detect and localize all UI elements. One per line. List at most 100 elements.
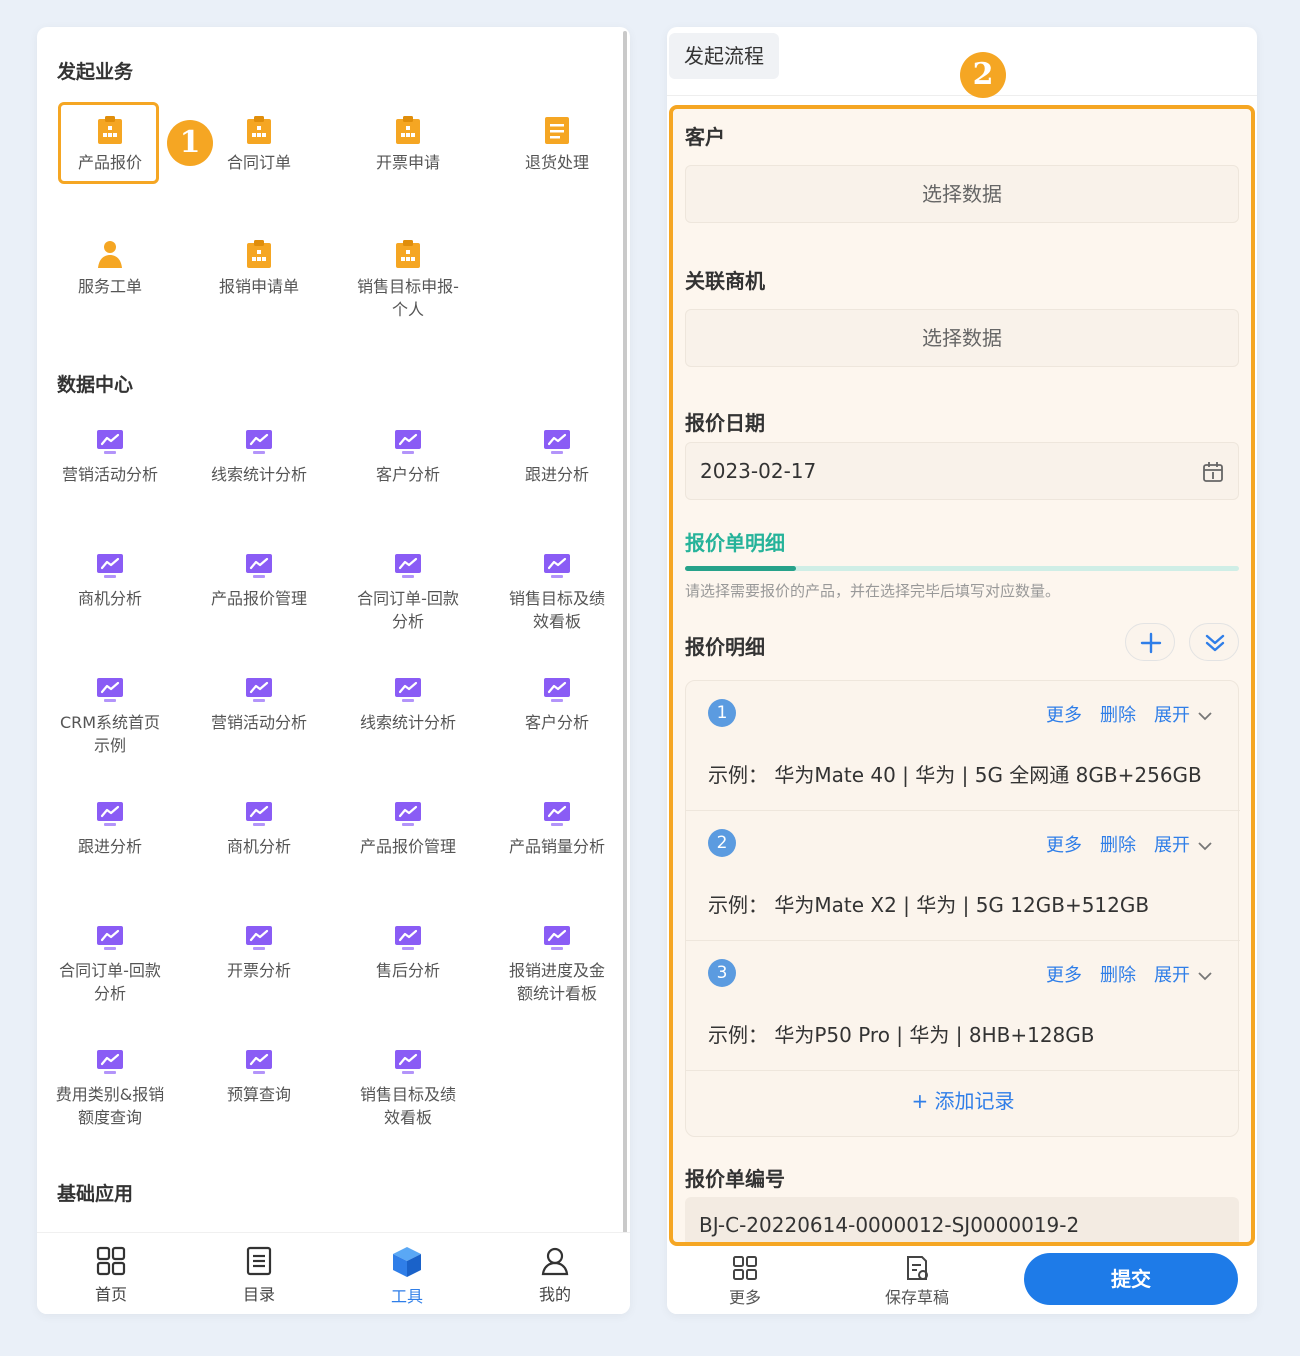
app-tile[interactable]: 退货处理 <box>484 115 630 174</box>
user-icon <box>541 1247 569 1276</box>
left-panel: 发起业务 产品报价 合同订单 开票申请 退货处理 服务工单 报销申请单 销售目标申报- 个人… <box>37 27 630 1314</box>
app-tile[interactable]: 预算查询 <box>186 1047 332 1106</box>
add-button[interactable] <box>1125 623 1175 661</box>
record-number: 2 <box>708 829 736 857</box>
record-delete-button[interactable]: 删除 <box>1100 965 1136 986</box>
more-label: 更多 <box>728 1288 761 1307</box>
tab-label: 目录 <box>242 1285 275 1304</box>
more-button[interactable]: 更多 <box>695 1254 795 1308</box>
app-tile[interactable]: 开票申请 <box>335 115 481 174</box>
chart-monitor-icon <box>395 802 421 826</box>
app-tile[interactable]: 客户分析 <box>335 427 481 486</box>
app-tile[interactable]: 商机分析 <box>186 799 332 858</box>
scrollbar[interactable] <box>623 31 627 1243</box>
tab-tools[interactable]: 工具 <box>333 1245 481 1307</box>
app-tile-label: 报销申请单 <box>218 277 299 296</box>
app-tile-label: 线索统计分析 <box>359 713 456 732</box>
app-tile[interactable]: 产品报价管理 <box>335 799 481 858</box>
app-tile[interactable]: 跟进分析 <box>37 799 183 858</box>
app-tile-label: 营销活动分析 <box>210 713 307 732</box>
add-record-button[interactable]: + 添加记录 <box>686 1085 1240 1114</box>
app-tile-label: 开票申请 <box>375 153 440 172</box>
chart-monitor-icon <box>97 554 123 578</box>
opportunity-select[interactable]: 选择数据 <box>685 309 1239 367</box>
clipboard-icon <box>247 240 271 268</box>
code-field: BJ-C-20220614-0000012-SJ0000019-2 <box>685 1197 1239 1242</box>
app-tile[interactable]: 销售目标及绩 效看板 <box>335 1047 481 1129</box>
chart-monitor-icon <box>97 926 123 950</box>
document-icon <box>246 1246 272 1276</box>
chart-monitor-icon <box>97 678 123 702</box>
customer-select[interactable]: 选择数据 <box>685 165 1239 223</box>
record-delete-button[interactable]: 删除 <box>1100 705 1136 726</box>
divider <box>667 95 1257 96</box>
app-tile[interactable]: 线索统计分析 <box>335 675 481 734</box>
record-delete-button[interactable]: 删除 <box>1100 835 1136 856</box>
chart-monitor-icon <box>395 1050 421 1074</box>
app-tile[interactable]: 开票分析 <box>186 923 332 982</box>
record-actions: 更多 删除 展开 <box>1028 701 1214 727</box>
app-tile[interactable]: 服务工单 <box>37 239 183 298</box>
tab-mine[interactable]: 我的 <box>481 1245 629 1305</box>
chevron-down-icon <box>1198 842 1212 851</box>
save-draft-button[interactable]: 保存草稿 <box>867 1254 967 1308</box>
app-tile-label: 费用类别&报销 额度查询 <box>55 1085 165 1127</box>
submit-button[interactable]: 提交 <box>1024 1253 1238 1305</box>
record-actions: 更多 删除 展开 <box>1028 831 1214 857</box>
record-more-button[interactable]: 更多 <box>1046 835 1082 856</box>
app-tile[interactable]: 售后分析 <box>335 923 481 982</box>
app-tile-label: 销售目标申报- 个人 <box>357 277 459 319</box>
app-tile-label: 商机分析 <box>77 589 142 608</box>
tab-start-process[interactable]: 发起流程 <box>669 33 779 79</box>
app-tile-label: 合同订单-回款 分析 <box>59 961 161 1003</box>
app-tile[interactable]: 报销申请单 <box>186 239 332 298</box>
section-title-data-center: 数据中心 <box>57 374 134 396</box>
record-expand-button[interactable]: 展开 <box>1154 835 1214 856</box>
tab-catalog[interactable]: 目录 <box>185 1245 333 1305</box>
app-tile-label: 退货处理 <box>524 153 589 172</box>
app-tile[interactable]: 产品销量分析 <box>484 799 630 858</box>
app-tile-label: 客户分析 <box>524 713 589 732</box>
tab-label: 首页 <box>94 1285 127 1304</box>
app-tile[interactable]: CRM系统首页 示例 <box>37 675 183 757</box>
calendar-icon[interactable] <box>1202 461 1224 483</box>
app-tile[interactable]: 合同订单-回款 分析 <box>37 923 183 1005</box>
app-tile[interactable]: 产品报价管理 <box>186 551 332 610</box>
record-more-button[interactable]: 更多 <box>1046 705 1082 726</box>
quote-form: 客户 选择数据 关联商机 选择数据 报价日期 2023-02-17 报价单明细 … <box>669 105 1255 1246</box>
app-tile[interactable]: 费用类别&报销 额度查询 <box>37 1047 183 1129</box>
app-tile[interactable]: 跟进分析 <box>484 427 630 486</box>
draft-icon <box>907 1256 928 1280</box>
date-field[interactable]: 2023-02-17 <box>685 442 1239 500</box>
collapse-all-button[interactable] <box>1189 623 1239 661</box>
record-expand-button[interactable]: 展开 <box>1154 965 1214 986</box>
person-icon <box>98 241 122 268</box>
app-tile[interactable]: 合同订单-回款 分析 <box>335 551 481 633</box>
chart-monitor-icon <box>246 802 272 826</box>
app-tile[interactable]: 客户分析 <box>484 675 630 734</box>
grid-icon <box>733 1256 757 1280</box>
date-value: 2023-02-17 <box>700 459 817 483</box>
app-tile[interactable]: 报销进度及金 额统计看板 <box>484 923 630 1005</box>
bottom-tabbar: 首页 目录 工具 我的 <box>37 1232 630 1314</box>
record-expand-label: 展开 <box>1154 965 1190 986</box>
app-tile[interactable]: 销售目标申报- 个人 <box>335 239 481 321</box>
detail-section-title: 报价单明细 <box>685 531 785 555</box>
record-more-button[interactable]: 更多 <box>1046 965 1082 986</box>
app-tile-label: 产品报价管理 <box>359 837 456 856</box>
app-tile[interactable]: 营销活动分析 <box>186 675 332 734</box>
chart-monitor-icon <box>544 554 570 578</box>
app-tile[interactable]: 销售目标及绩 效看板 <box>484 551 630 633</box>
clipboard-icon <box>396 240 420 268</box>
app-tile[interactable]: 营销活动分析 <box>37 427 183 486</box>
app-tile-label: 售后分析 <box>375 961 440 980</box>
action-bar: 更多 保存草稿 提交 <box>667 1248 1257 1314</box>
record-expand-button[interactable]: 展开 <box>1154 705 1214 726</box>
app-tile[interactable]: 商机分析 <box>37 551 183 610</box>
app-tile[interactable]: 线索统计分析 <box>186 427 332 486</box>
opportunity-label: 关联商机 <box>685 269 765 293</box>
record-expand-label: 展开 <box>1154 705 1190 726</box>
app-tile-label: 报销进度及金 额统计看板 <box>508 961 605 1003</box>
tab-home[interactable]: 首页 <box>37 1245 185 1305</box>
chart-monitor-icon <box>246 678 272 702</box>
